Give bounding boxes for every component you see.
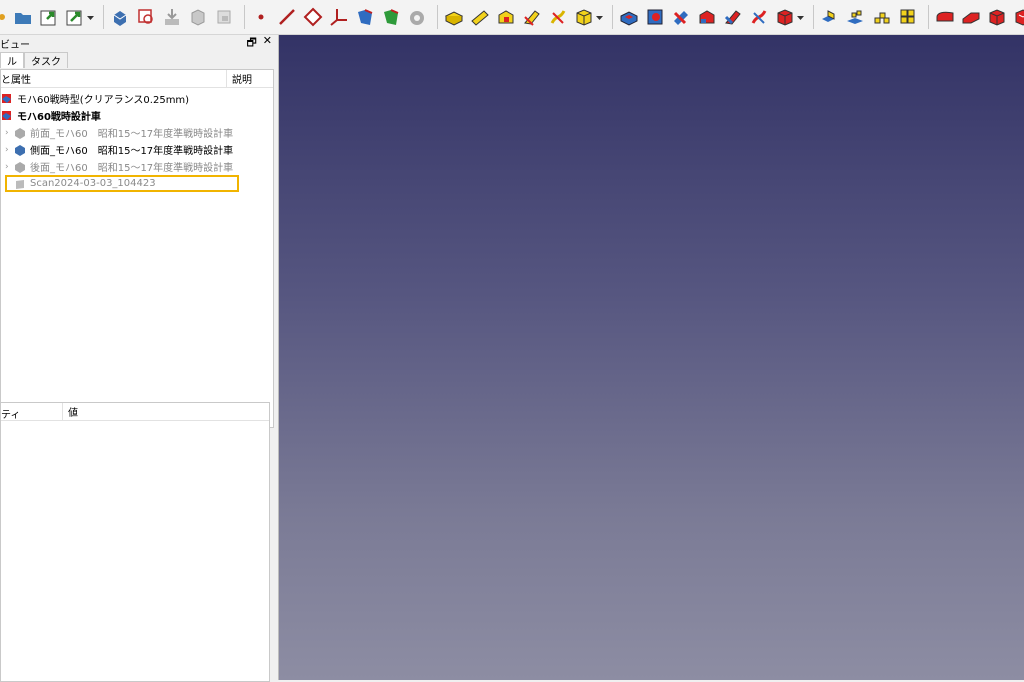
tree-item-label: 前面_モハ60 昭和15〜17年度準戦時設計車 — [30, 129, 234, 140]
plane-icon[interactable] — [302, 6, 324, 28]
body-icon[interactable] — [109, 6, 131, 28]
save-icon[interactable] — [161, 6, 183, 28]
expand-arrow-icon[interactable]: › — [5, 128, 9, 138]
tree-item-body[interactable]: モハ60戦時設計車 — [1, 108, 101, 123]
folder-icon[interactable] — [12, 6, 34, 28]
tree-item-front-face[interactable]: › 前面_モハ60 昭和15〜17年度準戦時設計車 — [5, 125, 234, 140]
import-icon[interactable] — [38, 6, 60, 28]
shape-icon — [14, 144, 26, 156]
sketch-icon[interactable] — [135, 6, 157, 28]
tree-item-side-face[interactable]: › 側面_モハ60 昭和15〜17年度準戦時設計車 — [5, 142, 234, 157]
expand-arrow-icon[interactable]: › — [5, 162, 9, 172]
toolbar-separator — [813, 5, 814, 29]
toolbar-separator — [437, 5, 438, 29]
part-icon — [1, 93, 13, 105]
3d-viewport[interactable] — [279, 35, 1024, 680]
tree-header: と属性 説明 — [1, 70, 273, 88]
revolve-icon[interactable] — [469, 6, 491, 28]
toolbar-separator — [928, 5, 929, 29]
model-tree[interactable]: と属性 説明 モハ60戦時型(クリアランス0.25mm) モハ60戦時設計車 ›… — [0, 69, 274, 428]
tree-col-description[interactable]: 説明 — [226, 70, 252, 87]
point-icon[interactable] — [250, 6, 272, 28]
tree-item-rear-face[interactable]: › 後面_モハ60 昭和15〜17年度準戦時設計車 — [5, 159, 234, 174]
toolbar-separator — [244, 5, 245, 29]
chevron-down-icon[interactable] — [596, 14, 603, 21]
thickness-icon[interactable] — [1012, 6, 1024, 28]
sub-pipe-icon[interactable] — [722, 6, 744, 28]
sub-box-icon[interactable] — [774, 6, 796, 28]
chevron-down-icon[interactable] — [87, 14, 94, 21]
tab-tasks[interactable]: タスク — [24, 52, 68, 68]
panel-title: ビュー — [0, 39, 30, 51]
combo-view-panel: ビュー 🗗 ✕ ル タスク と属性 説明 モハ60戦時型(クリアランス0.25m… — [0, 34, 279, 682]
chamfer-icon[interactable] — [960, 6, 982, 28]
export-icon[interactable] — [64, 6, 86, 28]
property-view[interactable]: ティ 値 — [0, 402, 270, 682]
groove-icon[interactable] — [670, 6, 692, 28]
sub-loft-icon[interactable] — [696, 6, 718, 28]
additive-box-icon[interactable] — [573, 6, 595, 28]
draft-icon[interactable] — [986, 6, 1008, 28]
panel-title-bar: ビュー 🗗 ✕ — [0, 34, 278, 53]
tab-model[interactable]: ル — [0, 52, 24, 68]
shape-icon — [14, 161, 26, 173]
shape-icon — [14, 127, 26, 139]
part-icon[interactable] — [0, 6, 8, 28]
body-icon — [1, 110, 13, 122]
selection-highlight — [5, 175, 239, 192]
tree-item-label: 側面_モハ60 昭和15〜17年度準戦時設計車 — [30, 146, 234, 157]
hole-icon[interactable] — [644, 6, 666, 28]
pad-icon[interactable] — [443, 6, 465, 28]
close-panel-icon[interactable]: ✕ — [263, 34, 272, 53]
expand-arrow-icon[interactable]: › — [5, 145, 9, 155]
tree-item-part[interactable]: モハ60戦時型(クリアランス0.25mm) — [1, 91, 189, 106]
toolbar-separator — [612, 5, 613, 29]
shape-binder-icon[interactable] — [354, 6, 376, 28]
chevron-down-icon[interactable] — [797, 14, 804, 21]
sprocket-icon[interactable] — [406, 6, 428, 28]
panel-tabs: ル タスク — [0, 52, 68, 69]
polar-pattern-icon[interactable] — [871, 6, 893, 28]
pipe-icon[interactable] — [521, 6, 543, 28]
property-header: ティ 値 — [1, 403, 269, 421]
linear-pattern-icon[interactable] — [845, 6, 867, 28]
main-toolbar — [0, 0, 1024, 35]
tree-col-label[interactable]: と属性 — [1, 71, 31, 86]
pocket-icon[interactable] — [618, 6, 640, 28]
line-icon[interactable] — [276, 6, 298, 28]
tree-item-label: モハ60戦時設計車 — [17, 112, 101, 123]
tree-item-label: 後面_モハ60 昭和15〜17年度準戦時設計車 — [30, 163, 234, 174]
helix-icon[interactable] — [547, 6, 569, 28]
property-col-name[interactable]: ティ — [1, 406, 20, 421]
tree-item-label: モハ60戦時型(クリアランス0.25mm) — [17, 95, 190, 106]
fillet-icon[interactable] — [934, 6, 956, 28]
float-panel-icon[interactable]: 🗗 — [246, 34, 256, 53]
shape-icon[interactable] — [187, 6, 209, 28]
lock-icon[interactable] — [213, 6, 235, 28]
property-col-value[interactable]: 値 — [62, 403, 78, 420]
multi-transform-icon[interactable] — [897, 6, 919, 28]
loft-icon[interactable] — [495, 6, 517, 28]
axis-icon[interactable] — [328, 6, 350, 28]
toolbar-separator — [103, 5, 104, 29]
mirror-icon[interactable] — [819, 6, 841, 28]
sub-helix-icon[interactable] — [748, 6, 770, 28]
clone-icon[interactable] — [380, 6, 402, 28]
